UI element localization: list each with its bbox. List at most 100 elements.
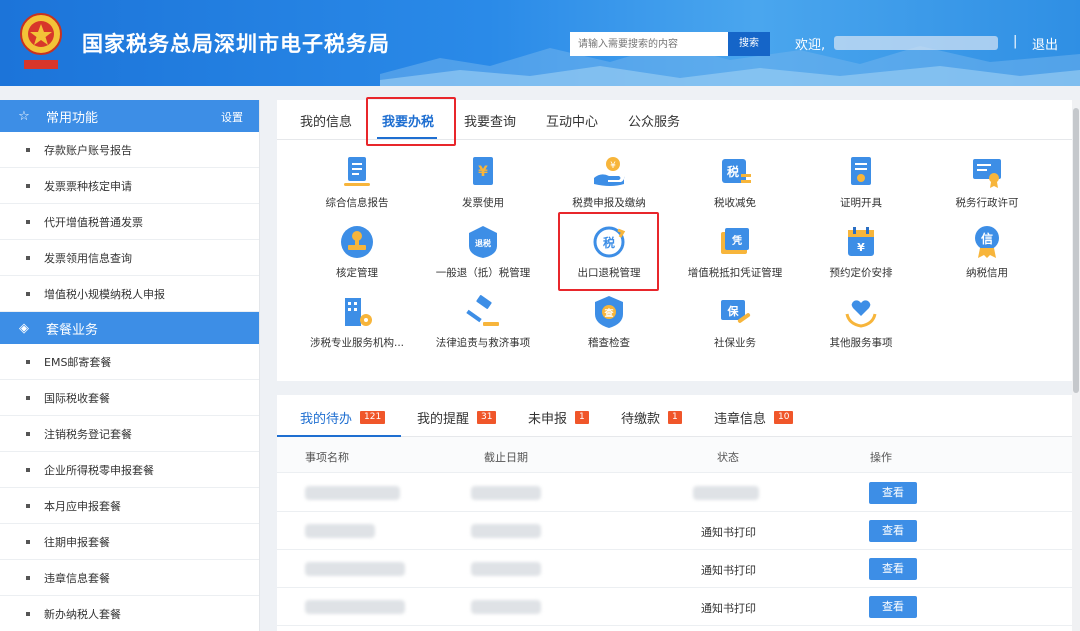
service-inspection[interactable]: 查 稽查检查 xyxy=(546,294,672,354)
bullet-icon xyxy=(26,539,30,544)
highlight-box-tab xyxy=(366,97,456,146)
service-tax-reduction[interactable]: 税 税收减免 xyxy=(672,154,798,214)
column-header-name: 事项名称 xyxy=(305,451,349,464)
status-text: 通知书打印 xyxy=(701,564,756,577)
search-button[interactable]: 搜索 xyxy=(728,32,770,56)
sidebar-item[interactable]: EMS邮寄套餐 xyxy=(0,344,259,380)
service-tax-credit[interactable]: 信 纳税信用 xyxy=(924,224,1050,284)
settings-link[interactable]: 设置 xyxy=(221,109,243,125)
sidebar-item[interactable]: 存款账户账号报告 xyxy=(0,132,259,168)
tab-undeclared[interactable]: 未申报 1 xyxy=(528,408,589,427)
sidebar-item-label: 发票票种核定申请 xyxy=(44,179,132,193)
column-header-status: 状态 xyxy=(717,451,739,464)
service-assessment[interactable]: 核定管理 xyxy=(294,224,420,284)
bullet-icon xyxy=(26,611,30,616)
table-row: 查看 xyxy=(277,474,1072,512)
bullet-icon xyxy=(26,359,30,364)
service-report[interactable]: 综合信息报告 xyxy=(294,154,420,214)
sidebar-item[interactable]: 本月应申报套餐 xyxy=(0,488,259,524)
redacted-deadline xyxy=(471,600,541,614)
sidebar-item-label: EMS邮寄套餐 xyxy=(44,355,112,369)
page-scrollbar[interactable] xyxy=(1072,100,1080,631)
layers-icon: ◈ xyxy=(19,320,29,336)
tab-query[interactable]: 我要查询 xyxy=(464,111,516,130)
view-button[interactable]: 查看 xyxy=(869,596,917,618)
header-banner: 国家税务总局深圳市电子税务局 搜索 欢迎, | 退出 xyxy=(0,0,1080,86)
invoice-yuan-icon: ¥ xyxy=(473,157,493,185)
sidebar-item[interactable]: 企业所得税零申报套餐 xyxy=(0,452,259,488)
sidebar-item[interactable]: 代开增值税普通发票 xyxy=(0,204,259,240)
view-button[interactable]: 查看 xyxy=(869,482,917,504)
redacted-status xyxy=(693,486,759,500)
svg-text:保: 保 xyxy=(727,304,740,318)
search-input[interactable] xyxy=(570,32,728,56)
building-gear-icon xyxy=(345,298,372,326)
service-other[interactable]: 其他服务事项 xyxy=(798,294,924,354)
service-vat-voucher[interactable]: 凭 增值税抵扣凭证管理 xyxy=(672,224,798,284)
service-declare-pay[interactable]: ¥ 税费申报及缴纳 xyxy=(546,154,672,214)
tab-pending-payment[interactable]: 待缴款 1 xyxy=(621,408,682,427)
gavel-icon xyxy=(466,295,499,326)
stamp-icon xyxy=(341,226,373,258)
service-admin-license[interactable]: 税务行政许可 xyxy=(924,154,1050,214)
sidebar-item-label: 存款账户账号报告 xyxy=(44,143,132,157)
service-label: 其他服务事项 xyxy=(829,337,893,349)
service-invoice[interactable]: ¥ 发票使用 xyxy=(420,154,546,214)
username-redacted xyxy=(834,36,998,50)
sidebar-item[interactable]: 新办纳税人套餐 xyxy=(0,596,259,631)
column-header-action: 操作 xyxy=(870,451,892,464)
service-label: 社保业务 xyxy=(714,337,756,349)
sidebar-item-label: 发票领用信息查询 xyxy=(44,251,132,265)
service-social-security[interactable]: 保 社保业务 xyxy=(672,294,798,354)
service-general-refund[interactable]: 退税 一般退（抵）税管理 xyxy=(420,224,546,284)
service-label: 增值税抵扣凭证管理 xyxy=(687,267,783,279)
service-pricing-arrangement[interactable]: ¥ 预约定价安排 xyxy=(798,224,924,284)
sidebar-item[interactable]: 发票票种核定申请 xyxy=(0,168,259,204)
scrollbar-thumb[interactable] xyxy=(1073,108,1079,393)
sidebar-item[interactable]: 国际税收套餐 xyxy=(0,380,259,416)
package-business-header[interactable]: ◈ 套餐业务 xyxy=(0,312,259,344)
logout-link[interactable]: 退出 xyxy=(1032,34,1058,53)
header-separator: | xyxy=(1013,34,1018,49)
service-label: 预约定价安排 xyxy=(829,267,893,279)
bullet-icon xyxy=(26,431,30,436)
tab-violations[interactable]: 违章信息 10 xyxy=(714,408,794,427)
sidebar: ☆ 常用功能 设置 存款账户账号报告 发票票种核定申请 代开增值税普通发票 发票… xyxy=(0,100,260,631)
svg-text:退税: 退税 xyxy=(475,238,491,248)
welcome-text: 欢迎, xyxy=(795,38,826,53)
hand-coin-icon: ¥ xyxy=(594,157,625,186)
sidebar-item[interactable]: 往期申报套餐 xyxy=(0,524,259,560)
tab-my-todo[interactable]: 我的待办 121 xyxy=(300,408,386,427)
common-functions-header[interactable]: ☆ 常用功能 设置 xyxy=(0,100,259,132)
bullet-icon xyxy=(26,291,30,296)
sidebar-item[interactable]: 违章信息套餐 xyxy=(0,560,259,596)
sidebar-item[interactable]: 发票领用信息查询 xyxy=(0,240,259,276)
sidebar-item[interactable]: 增值税小规模纳税人申报 xyxy=(0,276,259,312)
sidebar-item-label: 往期申报套餐 xyxy=(44,535,110,549)
tab-reminders[interactable]: 我的提醒 31 xyxy=(417,408,497,427)
service-certificate[interactable]: 证明开具 xyxy=(798,154,924,214)
tab-public-service[interactable]: 公众服务 xyxy=(628,111,680,130)
service-professional-agency[interactable]: 涉税专业服务机构... xyxy=(294,294,420,354)
tab-my-info[interactable]: 我的信息 xyxy=(300,111,352,130)
tab-interaction[interactable]: 互动中心 xyxy=(546,111,598,130)
redacted-item-name xyxy=(305,486,400,500)
page-title: 国家税务总局深圳市电子税务局 xyxy=(82,32,390,56)
redacted-deadline xyxy=(471,562,541,576)
service-label: 一般退（抵）税管理 xyxy=(435,267,531,279)
service-label: 发票使用 xyxy=(462,197,504,209)
bullet-icon xyxy=(26,255,30,260)
view-button[interactable]: 查看 xyxy=(869,520,917,542)
redacted-item-name xyxy=(305,562,405,576)
service-label: 稽查检查 xyxy=(588,337,630,349)
service-label: 涉税专业服务机构... xyxy=(309,337,404,349)
service-label: 法律追责与救济事项 xyxy=(435,337,531,349)
view-button[interactable]: 查看 xyxy=(869,558,917,580)
service-label: 税费申报及缴纳 xyxy=(572,197,646,209)
redacted-deadline xyxy=(471,524,541,538)
sidebar-item[interactable]: 注销税务登记套餐 xyxy=(0,416,259,452)
highlight-box-export-refund xyxy=(558,212,659,291)
svg-text:¥: ¥ xyxy=(610,161,616,171)
tax-reduce-icon: 税 xyxy=(722,159,751,183)
service-legal-remedy[interactable]: 法律追责与救济事项 xyxy=(420,294,546,354)
